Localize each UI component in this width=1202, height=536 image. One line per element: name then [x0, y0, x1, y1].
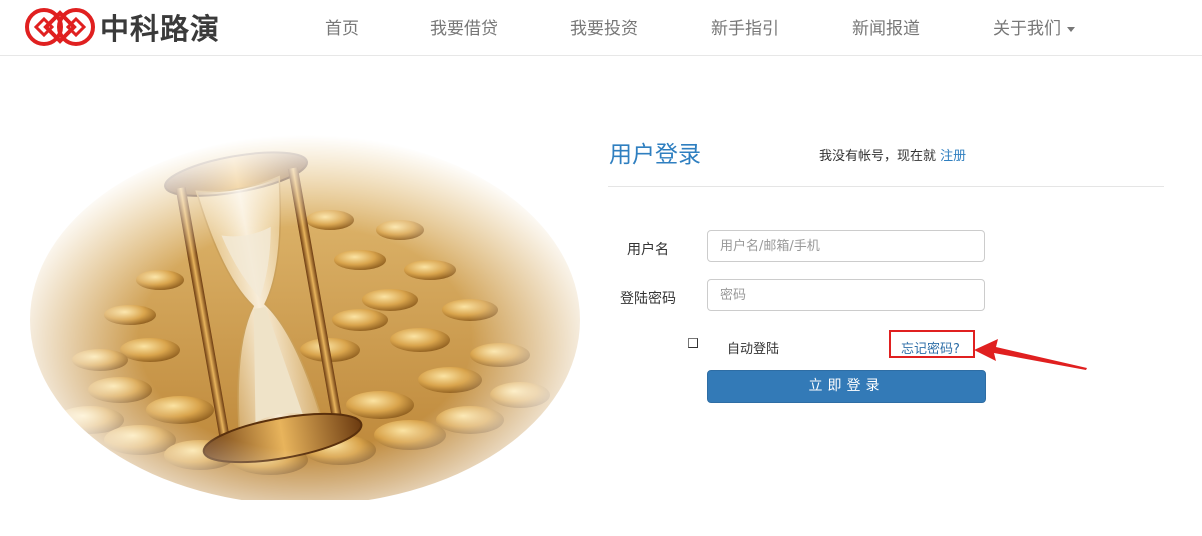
hourglass-coins-image — [30, 120, 580, 500]
auto-login-label: 自动登陆 — [727, 342, 780, 357]
password-label: 登陆密码 — [620, 291, 676, 307]
register-prompt-text: 我没有帐号，现在就 — [819, 149, 937, 164]
login-title: 用户登录 — [609, 142, 701, 168]
username-label: 用户名 — [627, 242, 669, 258]
password-input[interactable] — [707, 279, 985, 311]
auto-login-checkbox[interactable] — [688, 338, 698, 348]
top-navbar: 中科路演 首页 我要借贷 我要投资 新手指引 新闻报道 关于我们 — [0, 0, 1202, 56]
forgot-password-link[interactable]: 忘记密码? — [901, 338, 960, 357]
caret-down-icon — [1067, 26, 1075, 32]
brand-logo[interactable]: 中科路演 — [24, 6, 220, 48]
nav-item-about-label: 关于我们 — [993, 19, 1061, 39]
nav-item-news[interactable]: 新闻报道 — [852, 14, 920, 39]
title-divider — [608, 186, 1164, 187]
register-prompt: 我没有帐号，现在就 注册 — [819, 145, 966, 164]
nav-item-about[interactable]: 关于我们 — [993, 14, 1075, 39]
nav-item-invest[interactable]: 我要投资 — [570, 14, 638, 39]
brand-name: 中科路演 — [100, 12, 221, 46]
register-link[interactable]: 注册 — [940, 149, 966, 164]
nav-item-guide[interactable]: 新手指引 — [711, 14, 779, 39]
username-input[interactable] — [707, 230, 985, 262]
annotation-arrow-icon — [974, 339, 1087, 370]
login-submit-button[interactable]: 立即登录 — [707, 370, 986, 403]
nav-item-borrow[interactable]: 我要借贷 — [430, 14, 498, 39]
nav-item-home[interactable]: 首页 — [325, 14, 359, 39]
logo-diamond-icon — [25, 8, 95, 46]
